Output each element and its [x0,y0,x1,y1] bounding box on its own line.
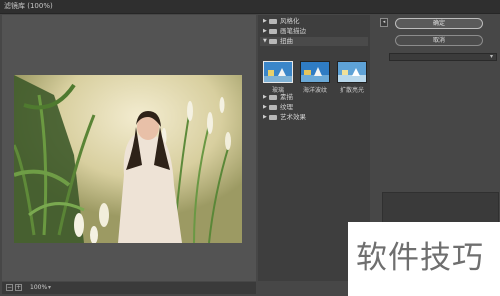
filter-thumb-glass[interactable] [263,61,293,83]
filter-thumb-ocean-ripple[interactable] [300,61,330,83]
folder-icon [269,95,277,100]
collapse-panel-icon[interactable]: ◂ [380,18,388,27]
category-distort[interactable]: ▼ 扭曲 [260,37,368,46]
filter-thumb-diffuse-glow[interactable] [337,61,367,83]
category-stylize[interactable]: ▶ 风格化 [260,17,368,26]
watermark: 软件技巧 [348,222,500,296]
cancel-button[interactable]: 取消 [395,35,483,46]
expand-arrow-icon[interactable]: ▶ [263,17,267,26]
ok-button[interactable]: 确定 [395,18,483,29]
expand-arrow-icon[interactable]: ▶ [263,103,267,112]
folder-icon [269,105,277,110]
folder-open-icon [269,39,277,44]
zoom-dropdown-icon[interactable]: ▾ [48,283,51,293]
window-title: 滤镜库 (100%) [4,2,53,10]
status-bar: − + 100% ▾ [2,282,256,294]
chevron-down-icon: ▾ [489,53,493,60]
expand-arrow-icon[interactable]: ▶ [263,27,267,36]
category-artistic[interactable]: ▶ 艺术效果 [260,113,368,122]
title-bar: 滤镜库 (100%) [0,0,500,14]
filter-select-dropdown[interactable]: ▾ [389,53,497,61]
zoom-level[interactable]: 100% [30,283,47,293]
expand-arrow-icon[interactable]: ▶ [263,113,267,122]
category-brush-strokes[interactable]: ▶ 画笔描边 [260,27,368,36]
folder-icon [269,115,277,120]
folder-icon [269,29,277,34]
category-sketch[interactable]: ▶ 素描 [260,93,368,102]
folder-icon [269,19,277,24]
zoom-in-button[interactable]: + [15,284,22,291]
expand-arrow-icon[interactable]: ▶ [263,93,267,102]
preview-image [14,75,242,243]
preview-panel [2,15,256,281]
watermark-text: 软件技巧 [356,240,484,276]
collapse-arrow-icon[interactable]: ▼ [263,37,267,46]
category-texture[interactable]: ▶ 纹理 [260,103,368,112]
zoom-out-button[interactable]: − [6,284,13,291]
